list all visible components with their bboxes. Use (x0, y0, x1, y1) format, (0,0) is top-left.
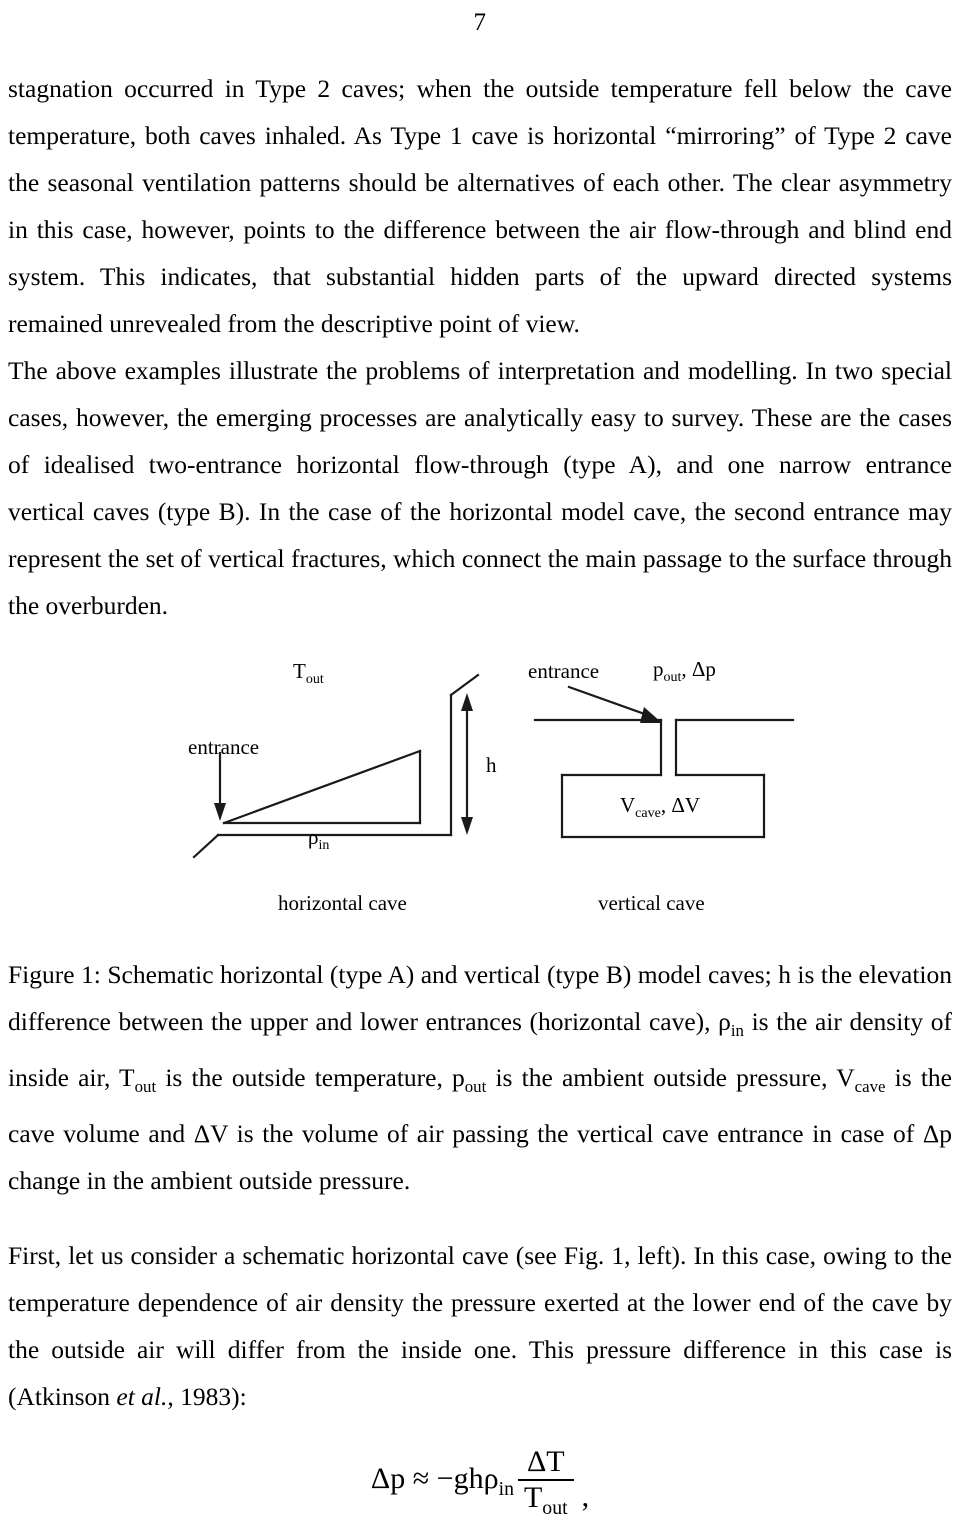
caption-vertical-cave: vertical cave (598, 891, 705, 915)
equation-denominator: Tout (523, 1480, 568, 1519)
equation-fraction: ΔT Tout (517, 1445, 574, 1519)
paragraph-3-italic: et al. (116, 1382, 168, 1412)
ground-top-diagonal (449, 673, 480, 697)
entrance-arrow-shaft-right (567, 685, 655, 719)
label-p-out: pout, Δp (653, 657, 716, 686)
paragraph-1: stagnation occurred in Type 2 caves; whe… (8, 74, 952, 338)
equation-trailing-comma: , (581, 1480, 590, 1514)
fig-caption-sub-1: in (730, 1021, 744, 1041)
paragraph-2: The above examples illustrate the proble… (8, 356, 952, 620)
equation-row: Δp ≈ −ghρin ΔT Tout , (8, 1446, 952, 1518)
fig-caption-sub-2: out (134, 1077, 157, 1097)
label-h: h (486, 753, 497, 777)
paragraph-3-seg-2: , 1983): (167, 1382, 247, 1412)
figure-1-caption: Figure 1: Schematic horizontal (type A) … (8, 951, 952, 1204)
paragraph-3: First, let us consider a schematic horiz… (8, 1232, 952, 1420)
document-page: 7 stagnation occurred in Type 2 caves; w… (0, 0, 960, 1518)
caption-horizontal-cave: horizontal cave (278, 891, 407, 915)
label-entrance-left: entrance (188, 735, 260, 759)
label-rho-in: ρin (308, 825, 330, 854)
equation-lhs: Δp ≈ −ghρin (370, 1462, 514, 1501)
fig-caption-sub-4: cave (854, 1077, 886, 1097)
figure-1-graphic: Tout entrance ρin h entrance pout, Δp Vc… (8, 645, 952, 945)
equation-delta-p: Δp ≈ −ghρin ΔT Tout , (371, 1446, 589, 1518)
equation-numerator: ΔT (526, 1445, 565, 1479)
label-v-cave: Vcave, ΔV (620, 793, 700, 822)
label-t-out: Tout (293, 659, 324, 688)
h-arrow-head-down (461, 817, 473, 835)
fig-caption-seg-3: is the outside temperature, p (156, 1063, 465, 1093)
figure-1-svg (192, 673, 795, 859)
entrance-arrow-head-left (214, 803, 226, 821)
page-number: 7 (473, 9, 487, 36)
ground-left-diagonal (192, 833, 220, 859)
label-entrance-right: entrance (528, 659, 600, 683)
h-arrow-head-up (461, 693, 473, 711)
fig-caption-sub-3: out (464, 1077, 487, 1097)
fig-caption-seg-4: is the ambient outside pressure, V (486, 1063, 855, 1093)
cave-ceiling-slope (222, 749, 422, 825)
